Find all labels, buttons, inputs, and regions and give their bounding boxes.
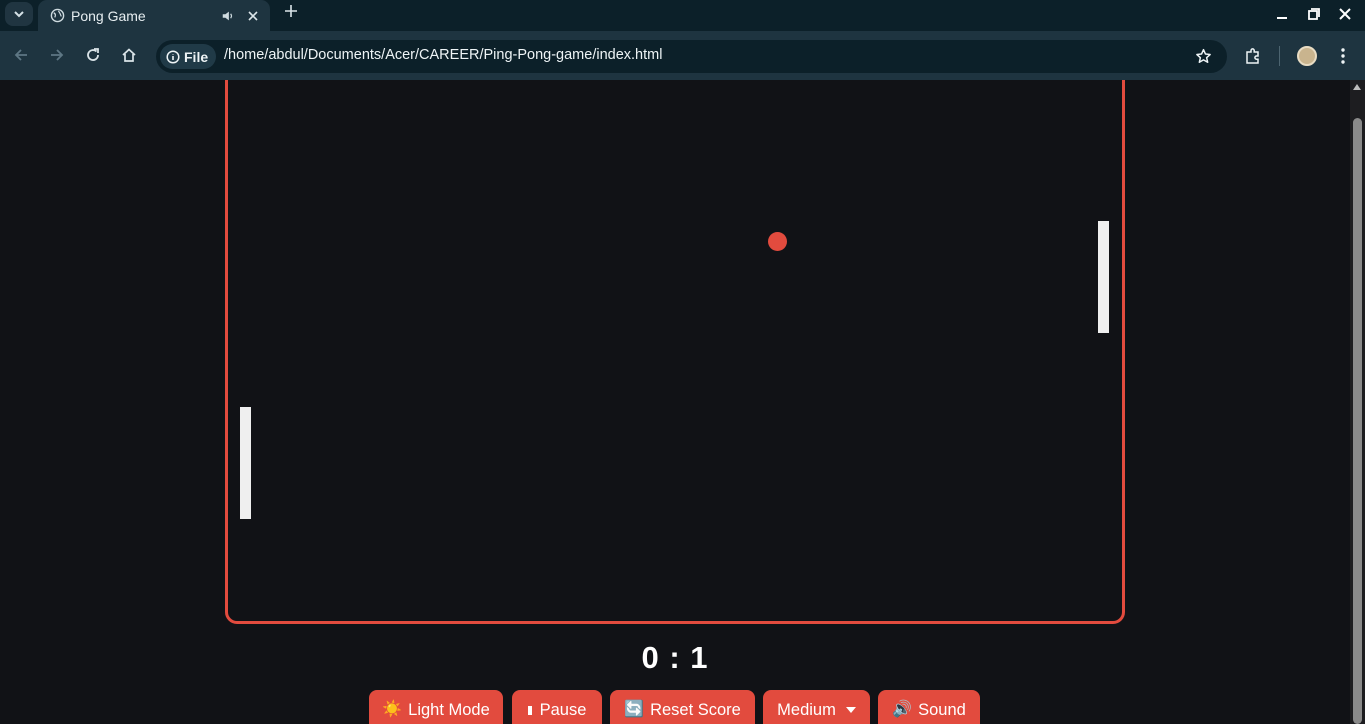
scroll-up-arrow-icon[interactable] [1353, 84, 1361, 90]
puzzle-icon [1246, 48, 1259, 64]
sound-label: Sound [918, 700, 966, 719]
toolbar-separator [1279, 46, 1280, 66]
left-paddle [240, 407, 251, 519]
close-icon[interactable] [244, 7, 262, 25]
reload-button[interactable] [81, 43, 105, 67]
site-info-button[interactable]: File [160, 44, 216, 69]
chevron-down-icon [14, 11, 24, 18]
back-button[interactable] [9, 43, 33, 67]
tab-strip: Pong Game [0, 0, 1365, 31]
info-icon [166, 49, 180, 64]
browser-menu-button[interactable] [1331, 43, 1355, 69]
speaker-icon: 🔊 [892, 701, 913, 718]
close-window-button[interactable] [1335, 5, 1355, 23]
pause-label: Pause [539, 700, 587, 719]
arrow-left-icon [14, 49, 27, 61]
globe-icon [49, 8, 65, 24]
pause-button[interactable]: Pause [512, 690, 602, 724]
sound-button[interactable]: 🔊 Sound [878, 690, 980, 724]
scoreboard: 0 : 1 [641, 640, 709, 675]
restore-icon [1308, 8, 1320, 20]
kebab-menu-icon [1341, 48, 1345, 64]
minimize-button[interactable] [1272, 5, 1292, 23]
reset-score-button[interactable]: 🔄 Reset Score [610, 690, 755, 724]
right-paddle [1098, 221, 1109, 333]
extensions-button[interactable] [1241, 43, 1265, 69]
tab-search-button[interactable] [5, 2, 33, 26]
home-icon [122, 48, 136, 62]
speaker-icon[interactable] [220, 8, 236, 24]
close-icon [1339, 8, 1351, 20]
reload-icon [87, 48, 99, 61]
ball [768, 232, 787, 251]
tab-pong-game[interactable]: Pong Game [38, 0, 270, 31]
forward-button[interactable] [45, 43, 69, 67]
scroll-thumb[interactable] [1353, 118, 1362, 724]
game-canvas[interactable] [225, 80, 1125, 624]
bookmark-button[interactable] [1193, 46, 1213, 66]
url-scheme-label: File [184, 48, 209, 65]
light-mode-button[interactable]: ☀️ Light Mode [369, 690, 503, 724]
plus-icon [285, 5, 297, 17]
reset-score-label: Reset Score [650, 700, 741, 719]
arrow-right-icon [51, 49, 64, 61]
game-controls: ☀️ Light Mode Pause 🔄 Reset Score Medium… [0, 690, 1350, 724]
difficulty-select[interactable]: Medium [763, 690, 870, 724]
sun-icon: ☀️ [382, 701, 403, 718]
chevron-down-icon [845, 707, 856, 713]
star-icon [1195, 48, 1211, 63]
difficulty-value: Medium [777, 700, 836, 719]
profile-avatar[interactable] [1297, 46, 1317, 66]
light-mode-label: Light Mode [408, 700, 490, 719]
url-text[interactable]: /home/abdul/Documents/Acer/CAREER/Ping-P… [224, 47, 662, 63]
tab-title: Pong Game [71, 7, 146, 24]
restore-button[interactable] [1304, 5, 1324, 23]
page-viewport: 0 : 1 ☀️ Light Mode Pause 🔄 Reset Score … [0, 80, 1350, 724]
pause-icon [527, 705, 532, 715]
home-button[interactable] [117, 43, 141, 67]
minimize-icon [1277, 17, 1287, 19]
refresh-icon: 🔄 [624, 701, 645, 718]
new-tab-button[interactable] [281, 3, 301, 23]
